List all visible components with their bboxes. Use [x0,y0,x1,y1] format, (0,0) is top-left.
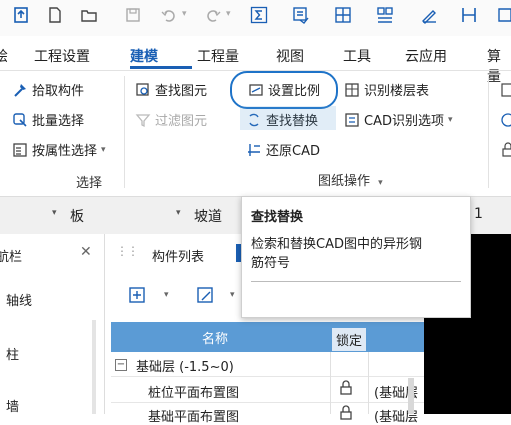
column-divider [330,352,331,414]
slab-dropdown[interactable]: 板 [70,206,84,226]
batch-label: 批量选择 [32,114,85,129]
floor-table-icon [344,82,360,98]
cad-icon [344,112,360,128]
filter-element-button[interactable]: 过滤图元 [135,110,207,129]
redo-icon[interactable] [204,6,222,24]
undo-dropdown-icon[interactable]: ▾ [182,9,187,19]
split-icon[interactable] [460,6,478,24]
upload-icon[interactable] [12,6,30,24]
group-divider-1 [124,76,125,188]
tab-view[interactable]: 视图 [276,46,304,66]
lock-icon [500,142,511,158]
tab-project-settings[interactable]: 工程设置 [34,46,90,66]
tab-component-list[interactable]: 构件列表 [152,246,204,265]
filter-icon [135,112,151,128]
tab-tools[interactable]: 工具 [343,46,371,66]
nav-scrollbar[interactable] [92,320,96,414]
structure-icon[interactable] [376,6,394,24]
redo-dropdown-icon[interactable]: ▾ [226,9,231,19]
slab-dropdown-chevron[interactable]: ▾ [52,208,57,218]
table-group-row[interactable]: 基础层 (-1.5~0) [136,356,234,375]
sum-icon[interactable] [250,6,268,24]
filter-element-label: 过滤图元 [155,114,208,129]
drawing-group-title: 图纸操作 ▾ [318,170,383,189]
attribute-label: 按属性选择 [32,144,98,159]
nav-item-column[interactable]: 柱 [6,344,19,363]
lock-icon[interactable] [338,405,354,421]
save-icon[interactable] [124,6,142,24]
active-tab-underline [130,66,192,69]
undo-icon[interactable] [160,6,178,24]
chevron-down-icon: ▾ [447,114,453,125]
restore-icon [246,142,262,158]
cad-options-label: CAD识别选项 [364,114,444,129]
pick-component-button[interactable]: 拾取构件 [12,80,84,99]
new-component-icon[interactable] [128,286,148,306]
group-divider-2 [488,76,489,188]
select-by-attribute-button[interactable]: 按属性选择 ▾ [12,140,106,159]
find-element-button[interactable]: 查找图元 [135,80,207,99]
nav-panel-title: 航栏 [0,250,23,265]
chevron-down-icon[interactable]: ▾ [164,290,169,300]
partial-right-icon-1 [500,82,511,98]
row-divider [111,402,424,403]
layer-icon[interactable] [292,6,310,24]
toolbar-partial-right: 1 [474,206,483,222]
collapse-toggle[interactable]: − [115,359,127,371]
pick-icon [12,82,28,98]
select-group-title: 选择 [76,176,103,191]
column-header-name[interactable]: 名称 [202,328,228,347]
column-header-lock[interactable]: 锁定 [332,328,367,351]
restore-cad-button[interactable]: 还原CAD [246,140,320,159]
attribute-icon [12,142,28,158]
drawing-group-title-text: 图纸操作 [318,174,371,189]
tooltip-body-line1: 检索和替换CAD图中的异形钢 [251,237,422,252]
tooltip-divider [251,281,461,282]
new-file-icon[interactable] [46,6,64,24]
chevron-down-icon: ▾ [378,178,383,188]
grid-icon[interactable] [334,6,352,24]
open-folder-icon[interactable] [80,6,98,24]
find-element-icon [135,82,151,98]
ramp-dropdown-chevron[interactable]: ▾ [176,208,181,218]
identify-floor-label: 识别楼层表 [364,84,430,99]
table-scrollbar[interactable] [408,378,414,414]
find-replace-hover-bg [240,106,336,130]
batch-icon [12,112,28,128]
table-header [111,322,424,352]
restore-cad-label: 还原CAD [266,144,320,159]
close-icon[interactable]: ✕ [80,244,92,260]
nav-item-wall[interactable]: 墙 [6,396,19,415]
tab-calc[interactable]: 算量 [487,46,511,86]
tooltip-title: 查找替换 [251,210,304,225]
chevron-down-icon: ▾ [101,144,106,155]
column-divider [368,352,369,414]
tooltip: 查找替换 检索和替换CAD图中的异形钢 筋符号 [241,196,471,318]
tab-modeling[interactable]: 建模 [130,46,158,66]
find-element-label: 查找图元 [155,84,208,99]
drag-handle-icon[interactable]: ⋮⋮ [116,244,139,258]
highlight-circle [230,71,338,109]
tooltip-body-line2: 筋符号 [251,256,291,271]
table-row[interactable]: 桩位平面布置图 [148,382,239,401]
cad-options-button[interactable]: CAD识别选项 ▾ [344,110,453,129]
edit-component-icon[interactable] [196,286,216,306]
ramp-dropdown[interactable]: 坡道 [194,206,222,226]
partial-right-icon-2 [500,112,511,128]
pen-icon[interactable] [420,6,438,24]
nav-item-axis[interactable]: 轴线 [6,290,32,309]
chevron-down-icon[interactable]: ▾ [230,290,235,300]
tab-quantity[interactable]: 工程量 [197,46,239,66]
pick-label: 拾取构件 [32,84,85,99]
row-divider [111,376,424,377]
batch-select-button[interactable]: 批量选择 [12,110,84,129]
identify-floor-table-button[interactable]: 识别楼层表 [344,80,429,99]
tab-cloud[interactable]: 云应用 [405,46,447,66]
more-icon[interactable] [496,6,511,24]
tab-partial-left[interactable]: 绘 [0,46,8,66]
table-row[interactable]: 基础平面布置图 [148,406,239,425]
lock-icon[interactable] [338,380,354,396]
